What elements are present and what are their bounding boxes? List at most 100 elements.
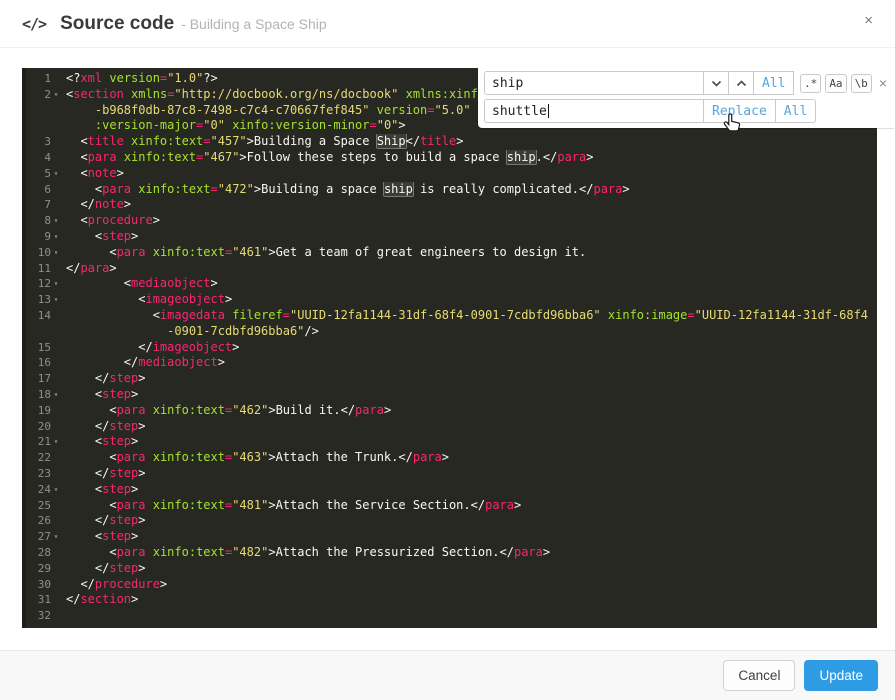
fold-arrow-icon[interactable]: ▾ xyxy=(51,166,61,182)
regex-toggle-button[interactable]: .* xyxy=(800,74,821,93)
find-input-value: ship xyxy=(492,76,523,91)
replace-input-value: shuttle xyxy=(492,104,547,119)
cancel-button[interactable]: Cancel xyxy=(723,660,795,691)
line-number: 26 xyxy=(38,513,51,529)
code-line: 27▾<step> xyxy=(22,529,877,545)
line-number: 6 xyxy=(44,182,51,198)
modal-footer: Cancel Update xyxy=(0,650,895,700)
page-subtitle: - Building a Space Ship xyxy=(181,16,327,32)
source-code-modal: </> Source code - Building a Space Ship … xyxy=(0,0,895,700)
fold-arrow-icon[interactable]: ▾ xyxy=(51,292,61,308)
code-line: 4<para xinfo:text="467">Follow these ste… xyxy=(22,150,877,166)
source-editor[interactable]: 1<?xml version="1.0"?>2▾<section xmlns="… xyxy=(22,68,877,628)
code-line: 13▾<imageobject> xyxy=(22,292,877,308)
line-number: 30 xyxy=(38,577,51,593)
code-line: 7</note> xyxy=(22,197,877,213)
line-number: 29 xyxy=(38,561,51,577)
find-replace-panel: ship All .* Aa \b × shuttle Replace All xyxy=(478,66,895,128)
line-number: 2 xyxy=(44,87,51,103)
search-close-icon[interactable]: × xyxy=(879,75,887,91)
update-button[interactable]: Update xyxy=(804,660,878,691)
fold-arrow-icon[interactable]: ▾ xyxy=(51,87,61,103)
code-line: 14<imagedata fileref="UUID-12fa1144-31df… xyxy=(22,308,877,324)
code-line: 18▾<step> xyxy=(22,387,877,403)
line-number: 27 xyxy=(38,529,51,545)
line-number: 23 xyxy=(38,466,51,482)
code-line: 15</imageobject> xyxy=(22,340,877,356)
line-number: 16 xyxy=(38,355,51,371)
modal-close-icon[interactable]: × xyxy=(864,13,873,28)
code-line: 16</mediaobject> xyxy=(22,355,877,371)
code-lines: 1<?xml version="1.0"?>2▾<section xmlns="… xyxy=(22,71,877,624)
code-line: 10▾<para xinfo:text="461">Get a team of … xyxy=(22,245,877,261)
code-line: 5▾<note> xyxy=(22,166,877,182)
fold-arrow-icon[interactable]: ▾ xyxy=(51,229,61,245)
line-number: 19 xyxy=(38,403,51,419)
code-line: 3<title xinfo:text="457">Building a Spac… xyxy=(22,134,877,150)
line-number: 9 xyxy=(44,229,51,245)
code-line: 26</step> xyxy=(22,513,877,529)
fold-arrow-icon[interactable]: ▾ xyxy=(51,276,61,292)
find-all-button[interactable]: All xyxy=(753,71,794,95)
fold-arrow-icon[interactable]: ▾ xyxy=(51,482,61,498)
code-line: 12▾<mediaobject> xyxy=(22,276,877,292)
code-line: 17</step> xyxy=(22,371,877,387)
line-number: 8 xyxy=(44,213,51,229)
line-number: 17 xyxy=(38,371,51,387)
code-line: 28<para xinfo:text="482">Attach the Pres… xyxy=(22,545,877,561)
whole-word-toggle-button[interactable]: \b xyxy=(851,74,872,93)
line-number: 13 xyxy=(38,292,51,308)
line-number: 4 xyxy=(44,150,51,166)
line-number: 1 xyxy=(44,71,51,87)
replace-row: shuttle Replace All xyxy=(484,99,887,123)
code-icon: </> xyxy=(22,15,46,33)
fold-arrow-icon[interactable]: ▾ xyxy=(51,245,61,261)
fold-arrow-icon[interactable]: ▾ xyxy=(51,434,61,450)
code-line: -0901-7cdbfd96bba6"/> xyxy=(22,324,877,340)
code-line: 30</procedure> xyxy=(22,577,877,593)
code-line: 31</section> xyxy=(22,592,877,608)
replace-button[interactable]: Replace xyxy=(703,99,776,123)
line-number: 32 xyxy=(38,608,51,624)
find-prev-button[interactable] xyxy=(728,71,754,95)
code-line: 6<para xinfo:text="472">Building a space… xyxy=(22,182,877,198)
line-number: 25 xyxy=(38,498,51,514)
chevron-up-icon xyxy=(736,80,747,87)
line-number: 28 xyxy=(38,545,51,561)
line-number: 10 xyxy=(38,245,51,261)
modal-header: </> Source code - Building a Space Ship … xyxy=(0,0,895,48)
code-line: 24▾<step> xyxy=(22,482,877,498)
find-next-button[interactable] xyxy=(703,71,729,95)
chevron-down-icon xyxy=(711,80,722,87)
search-options: .* Aa \b × xyxy=(800,71,887,95)
fold-arrow-icon[interactable]: ▾ xyxy=(51,213,61,229)
code-line: 22<para xinfo:text="463">Attach the Trun… xyxy=(22,450,877,466)
replace-all-button[interactable]: All xyxy=(775,99,816,123)
line-number: 7 xyxy=(44,197,51,213)
code-line: 9▾<step> xyxy=(22,229,877,245)
line-number: 20 xyxy=(38,419,51,435)
fold-arrow-icon[interactable]: ▾ xyxy=(51,529,61,545)
code-line: 29</step> xyxy=(22,561,877,577)
replace-input[interactable]: shuttle xyxy=(484,99,704,123)
fold-arrow-icon[interactable]: ▾ xyxy=(51,387,61,403)
code-line: 8▾<procedure> xyxy=(22,213,877,229)
line-number: 22 xyxy=(38,450,51,466)
line-number: 24 xyxy=(38,482,51,498)
code-line: 21▾<step> xyxy=(22,434,877,450)
line-number: 14 xyxy=(38,308,51,324)
text-caret xyxy=(548,104,549,118)
code-line: 20</step> xyxy=(22,419,877,435)
find-row: ship All .* Aa \b × xyxy=(484,71,887,95)
line-number: 21 xyxy=(38,434,51,450)
code-line: 19<para xinfo:text="462">Build it.</para… xyxy=(22,403,877,419)
line-number: 3 xyxy=(44,134,51,150)
line-number: 31 xyxy=(38,592,51,608)
match-case-toggle-button[interactable]: Aa xyxy=(825,74,846,93)
page-title: Source code xyxy=(60,13,174,35)
line-number: 15 xyxy=(38,340,51,356)
code-line: 32 xyxy=(22,608,877,624)
code-line: 23</step> xyxy=(22,466,877,482)
line-number: 5 xyxy=(44,166,51,182)
find-input[interactable]: ship xyxy=(484,71,704,95)
